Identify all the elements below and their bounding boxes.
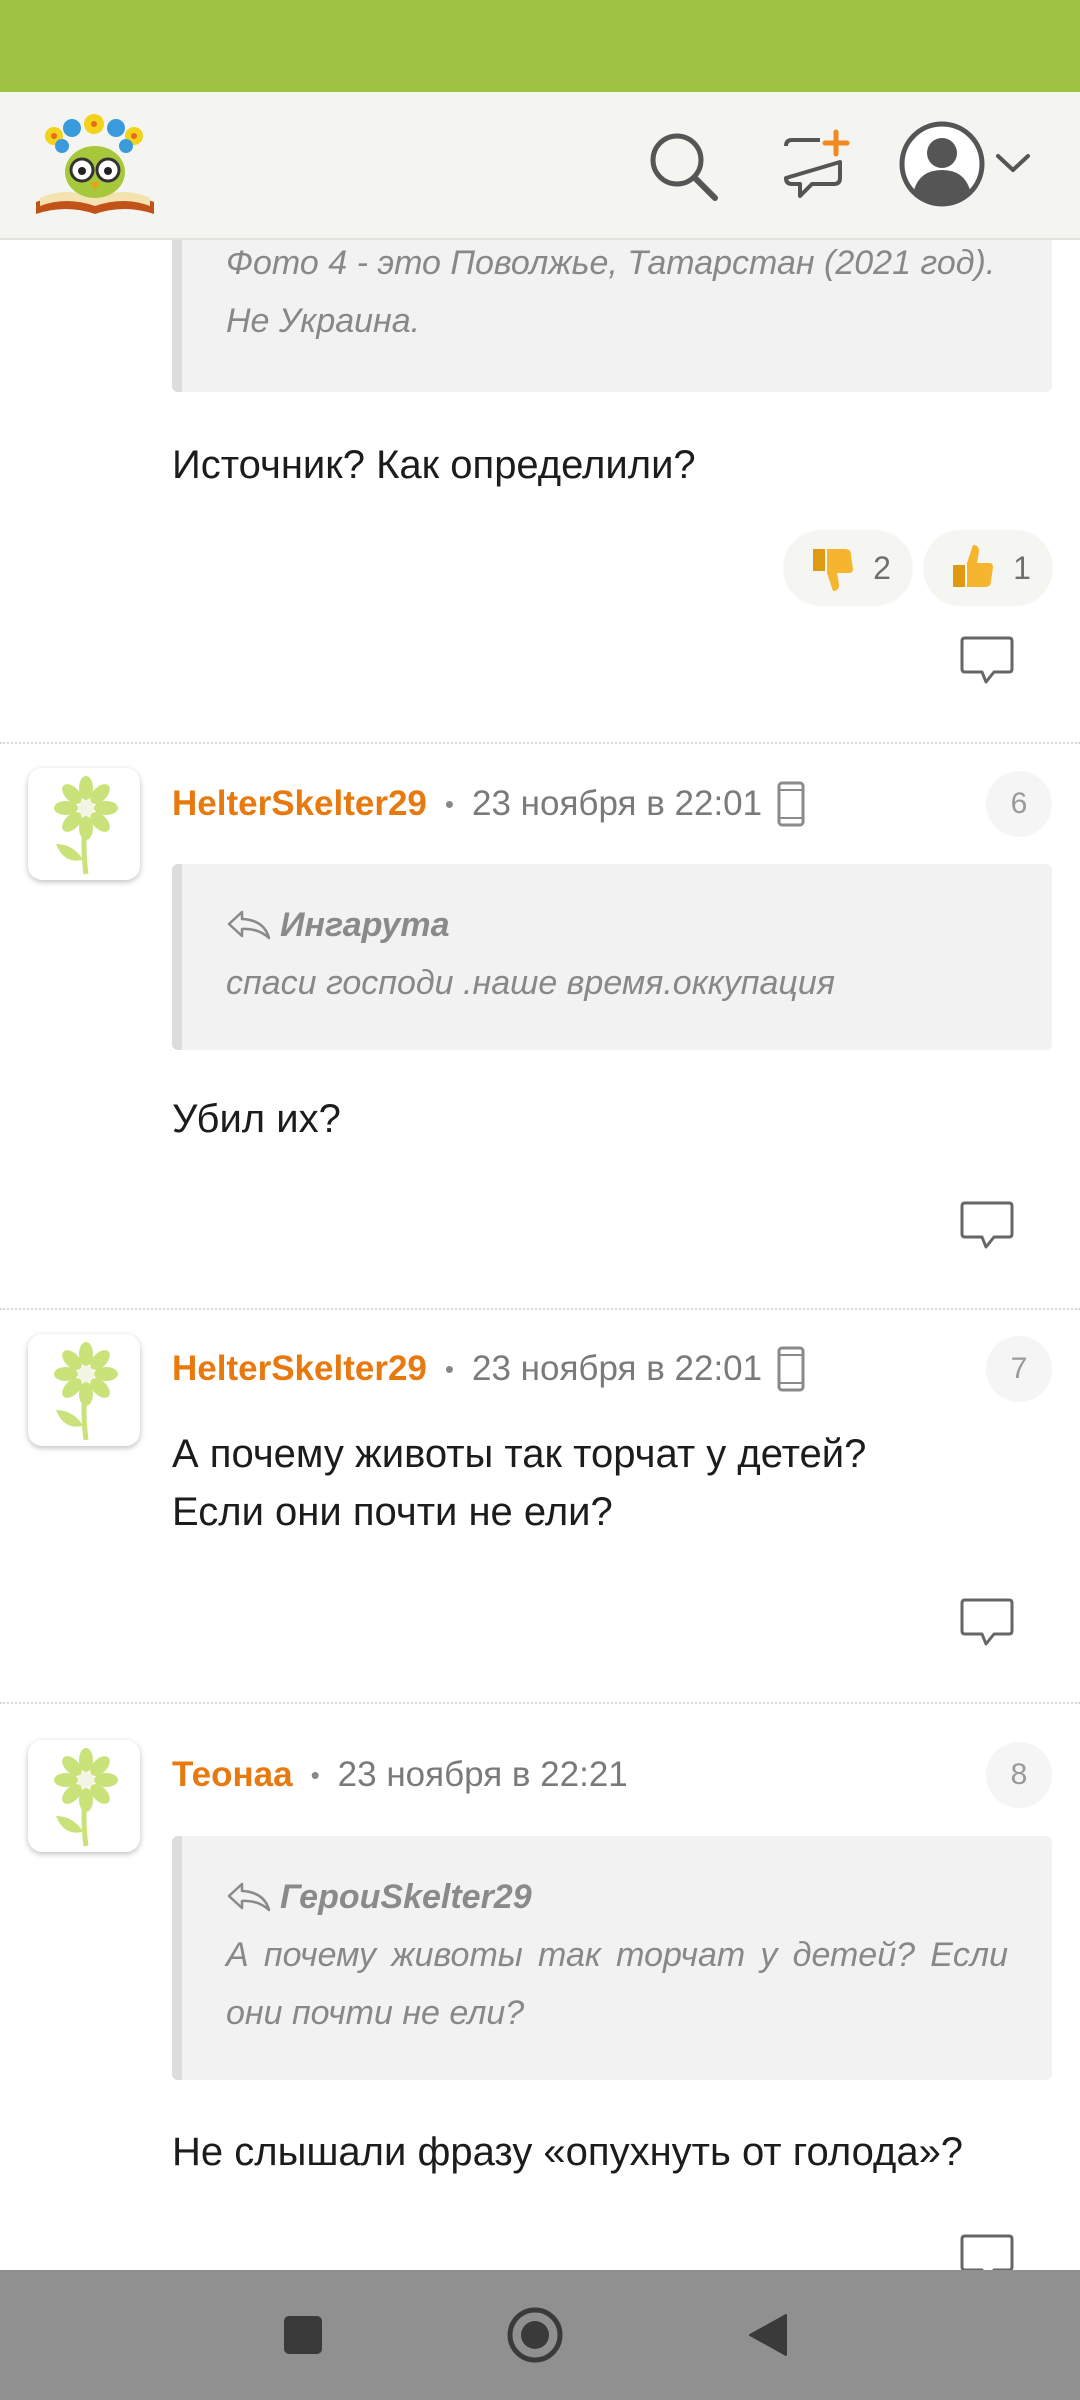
username-link[interactable]: Теонаа — [172, 1755, 293, 1795]
comment-text: Не слышали фразу «опухнуть от голода»? — [172, 2130, 964, 2174]
comment-text-line: А почему животы так торчат у детей? — [172, 1432, 867, 1476]
comment-divider — [0, 742, 1080, 744]
like-count: 1 — [1013, 549, 1031, 586]
like-button[interactable]: 1 — [923, 530, 1053, 606]
quote-text: А почему животы так торчат у детей? Если… — [226, 1936, 1008, 2032]
comment-meta: HelterSkelter29 • 23 ноября в 22:01 — [172, 1341, 806, 1397]
flower-avatar-icon — [54, 1748, 118, 1847]
system-navigation-bar — [0, 2270, 1080, 2400]
back-triangle-icon[interactable] — [746, 2312, 790, 2358]
thumbs-up-icon — [953, 545, 994, 587]
separator-dot: • — [310, 1759, 320, 1790]
account-avatar-icon[interactable] — [898, 120, 986, 208]
chevron-down-icon[interactable] — [994, 148, 1032, 178]
reply-arrow-icon — [227, 910, 271, 940]
quote-author-name: ГероиSkelter29 — [280, 1878, 532, 1916]
comment-number[interactable]: 7 — [986, 1336, 1052, 1402]
separator-dot: • — [444, 1353, 454, 1384]
recents-square-icon[interactable] — [283, 2315, 323, 2355]
quote-block: ГероиSkelter29 А почему животы так торча… — [172, 1836, 1052, 2080]
comment-divider — [0, 1308, 1080, 1310]
comment-date[interactable]: 23 ноября в 22:01 — [472, 1349, 762, 1389]
comment-text: Убил их? — [172, 1097, 341, 1141]
thumbs-down-icon — [813, 549, 854, 591]
quote-text: спаси господи .наше время.оккупация — [226, 964, 835, 1002]
quote-block: Ингарута спаси господи .наше время.оккуп… — [172, 864, 1052, 1050]
username-link[interactable]: HelterSkelter29 — [172, 784, 427, 824]
avatar[interactable] — [28, 768, 140, 880]
home-circle-icon[interactable] — [505, 2305, 565, 2365]
status-bar — [0, 0, 1080, 92]
comment-date[interactable]: 23 ноября в 22:01 — [472, 784, 762, 824]
quote-text: Фото 4 - это Поволжье, Татарстан (2021 г… — [226, 244, 996, 340]
app-header — [0, 92, 1080, 240]
search-icon[interactable] — [645, 128, 721, 204]
username-link[interactable]: HelterSkelter29 — [172, 1349, 427, 1389]
reply-icon[interactable] — [958, 1200, 1016, 1252]
quote-author: Ингарута — [226, 896, 1008, 954]
comment-divider — [0, 1702, 1080, 1704]
quote-author: ГероиSkelter29 — [226, 1868, 1008, 1926]
reply-icon[interactable] — [958, 2233, 1016, 2270]
reply-arrow-icon — [227, 1882, 271, 1912]
new-post-icon[interactable] — [778, 128, 854, 204]
comment-meta: HelterSkelter29 • 23 ноября в 22:01 — [172, 776, 806, 832]
comment-text: Источник? Как определили? — [172, 443, 696, 487]
dislike-count: 2 — [873, 549, 891, 586]
flower-avatar-icon — [54, 1342, 118, 1441]
avatar[interactable] — [28, 1334, 140, 1446]
avatar[interactable] — [28, 1740, 140, 1852]
separator-dot: • — [444, 788, 454, 819]
dislike-button[interactable]: 2 — [783, 530, 913, 606]
comments-list: Фото 4 - это Поволжье, Татарстан (2021 г… — [0, 240, 1080, 2270]
quote-block: Фото 4 - это Поволжье, Татарстан (2021 г… — [172, 240, 1052, 392]
comment-date[interactable]: 23 ноября в 22:21 — [338, 1755, 628, 1795]
comment-meta: Теонаа • 23 ноября в 22:21 — [172, 1747, 628, 1803]
owl-book-logo[interactable] — [32, 110, 158, 222]
reply-icon[interactable] — [958, 1597, 1016, 1649]
mobile-device-icon — [777, 1346, 805, 1392]
quote-author-name: Ингарута — [280, 906, 450, 944]
mobile-device-icon — [777, 781, 805, 827]
flower-avatar-icon — [54, 776, 118, 875]
comment-number[interactable]: 6 — [986, 771, 1052, 837]
reply-icon[interactable] — [958, 635, 1016, 687]
comment-number[interactable]: 8 — [986, 1742, 1052, 1808]
comment-text-line: Если они почти не ели? — [172, 1490, 613, 1534]
comment-text: А почему животы так торчат у детей? Если… — [172, 1425, 866, 1541]
